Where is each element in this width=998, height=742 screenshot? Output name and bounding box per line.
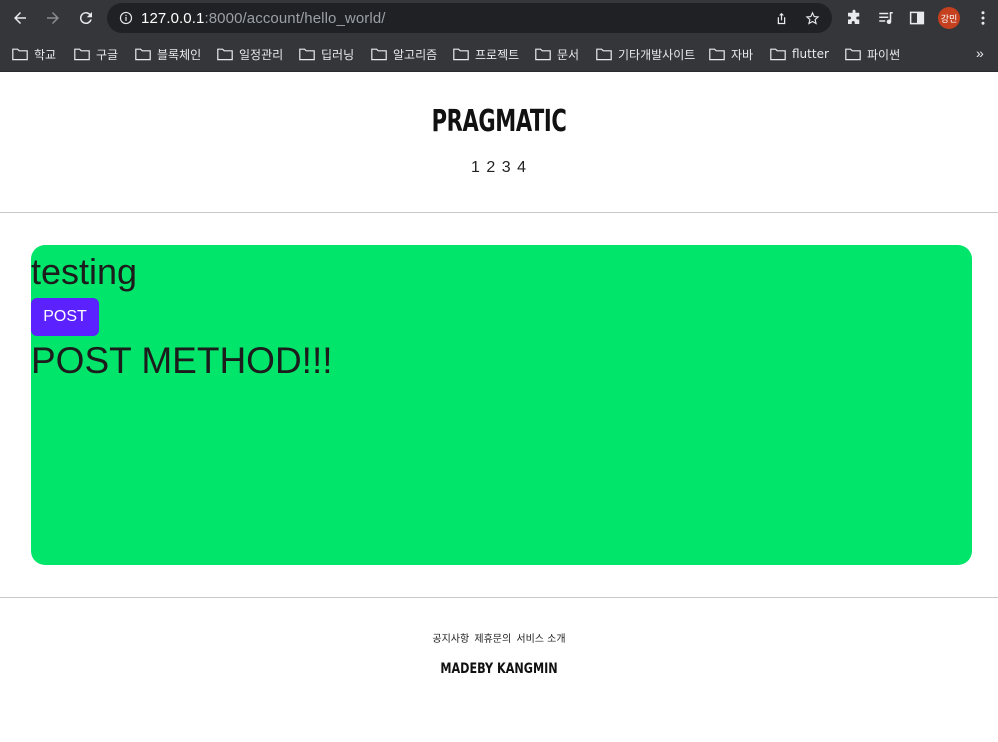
folder-icon [371,48,387,61]
url-path: :8000/account/hello_world/ [204,10,386,27]
site-logo[interactable]: PRAGMATIC [110,104,888,139]
footer-links: 공지사항 제휴문의 서비스 소개 [0,630,998,645]
bookmark-label: 프로젝트 [475,47,520,62]
folder-icon [709,48,725,61]
browser-toolbar: 127.0.0.1:8000/account/hello_world/ 강민 [0,0,998,36]
bookmark-label: 딥러닝 [321,47,355,62]
bookmark-folder[interactable]: 일정관리 [217,46,283,62]
bookmark-folder[interactable]: 자바 [709,46,753,62]
star-icon[interactable] [805,11,820,26]
bookmark-folder[interactable]: 파이썬 [845,46,900,62]
bookmark-label: 파이썬 [867,47,901,62]
extensions-icon[interactable] [845,9,863,27]
folder-icon [453,48,469,61]
share-icon[interactable] [774,11,789,26]
back-button[interactable] [9,7,31,29]
address-bar[interactable]: 127.0.0.1:8000/account/hello_world/ [107,3,832,33]
arrow-right-icon [47,12,59,24]
result-text: POST METHOD!!! [31,340,333,381]
folder-icon [12,48,28,61]
bookmark-folder[interactable]: 블록체인 [135,46,201,62]
footer-divider [0,597,998,598]
bookmark-folder[interactable]: 기타개발사이트 [596,46,695,62]
profile-avatar[interactable]: 강민 [938,7,960,29]
bookmark-folder[interactable]: 딥러닝 [299,46,354,62]
side-panel-icon[interactable] [908,9,926,27]
bookmark-folder[interactable]: 학교 [12,46,56,62]
url-host: 127.0.0.1 [141,10,205,27]
footer-link-about[interactable]: 서비스 소개 [516,634,565,645]
header-nav: 1 2 3 4 [471,159,527,176]
folder-icon [845,48,861,61]
page-content: PRAGMATIC 1 2 3 4 testing POST POST METH… [0,72,998,742]
folder-icon [535,48,551,61]
media-control-icon[interactable] [877,9,895,27]
bookmarks-overflow-button[interactable]: » [976,45,984,61]
folder-icon [596,48,612,61]
bookmark-label: 문서 [557,47,580,62]
bookmark-folder[interactable]: 문서 [535,46,579,62]
bookmark-label: 자바 [731,47,754,62]
bookmark-folder[interactable]: 프로젝트 [453,46,519,62]
forward-button[interactable] [42,7,64,29]
bookmark-label: 학교 [34,47,57,62]
url-text[interactable]: 127.0.0.1:8000/account/hello_world/ [141,10,386,27]
bookmark-label: 기타개발사이트 [618,47,696,62]
bookmarks-bar: 학교 구글 블록체인 일정관리 딥러닝 알고리즘 프로젝트 문서 기타개발사이트… [0,36,998,72]
folder-icon [217,48,233,61]
content-card: testing POST POST METHOD!!! [31,245,972,565]
reload-icon [79,12,92,25]
reload-button[interactable] [75,7,97,29]
bookmark-folder[interactable]: flutter [770,46,829,62]
bookmark-label: 블록체인 [157,47,202,62]
footer-link-partnership[interactable]: 제휴문의 [474,634,511,645]
folder-icon [299,48,315,61]
bookmark-label: 구글 [96,47,119,62]
info-icon[interactable] [119,11,133,25]
header-divider [0,212,998,213]
card-title: testing [31,251,138,292]
arrow-left-icon [14,12,26,24]
bookmark-folder[interactable]: 알고리즘 [371,46,437,62]
folder-icon [74,48,90,61]
bookmark-label: flutter [792,47,829,61]
bookmark-label: 일정관리 [239,47,284,62]
footer-brand: MADEBY KANGMIN [440,661,558,677]
bookmark-folder[interactable]: 구글 [74,46,118,62]
folder-icon [770,48,786,61]
footer-link-notice[interactable]: 공지사항 [432,634,469,645]
post-button[interactable]: POST [31,298,99,336]
more-vert-icon[interactable] [974,9,992,27]
bookmark-label: 알고리즘 [393,47,438,62]
folder-icon [135,48,151,61]
